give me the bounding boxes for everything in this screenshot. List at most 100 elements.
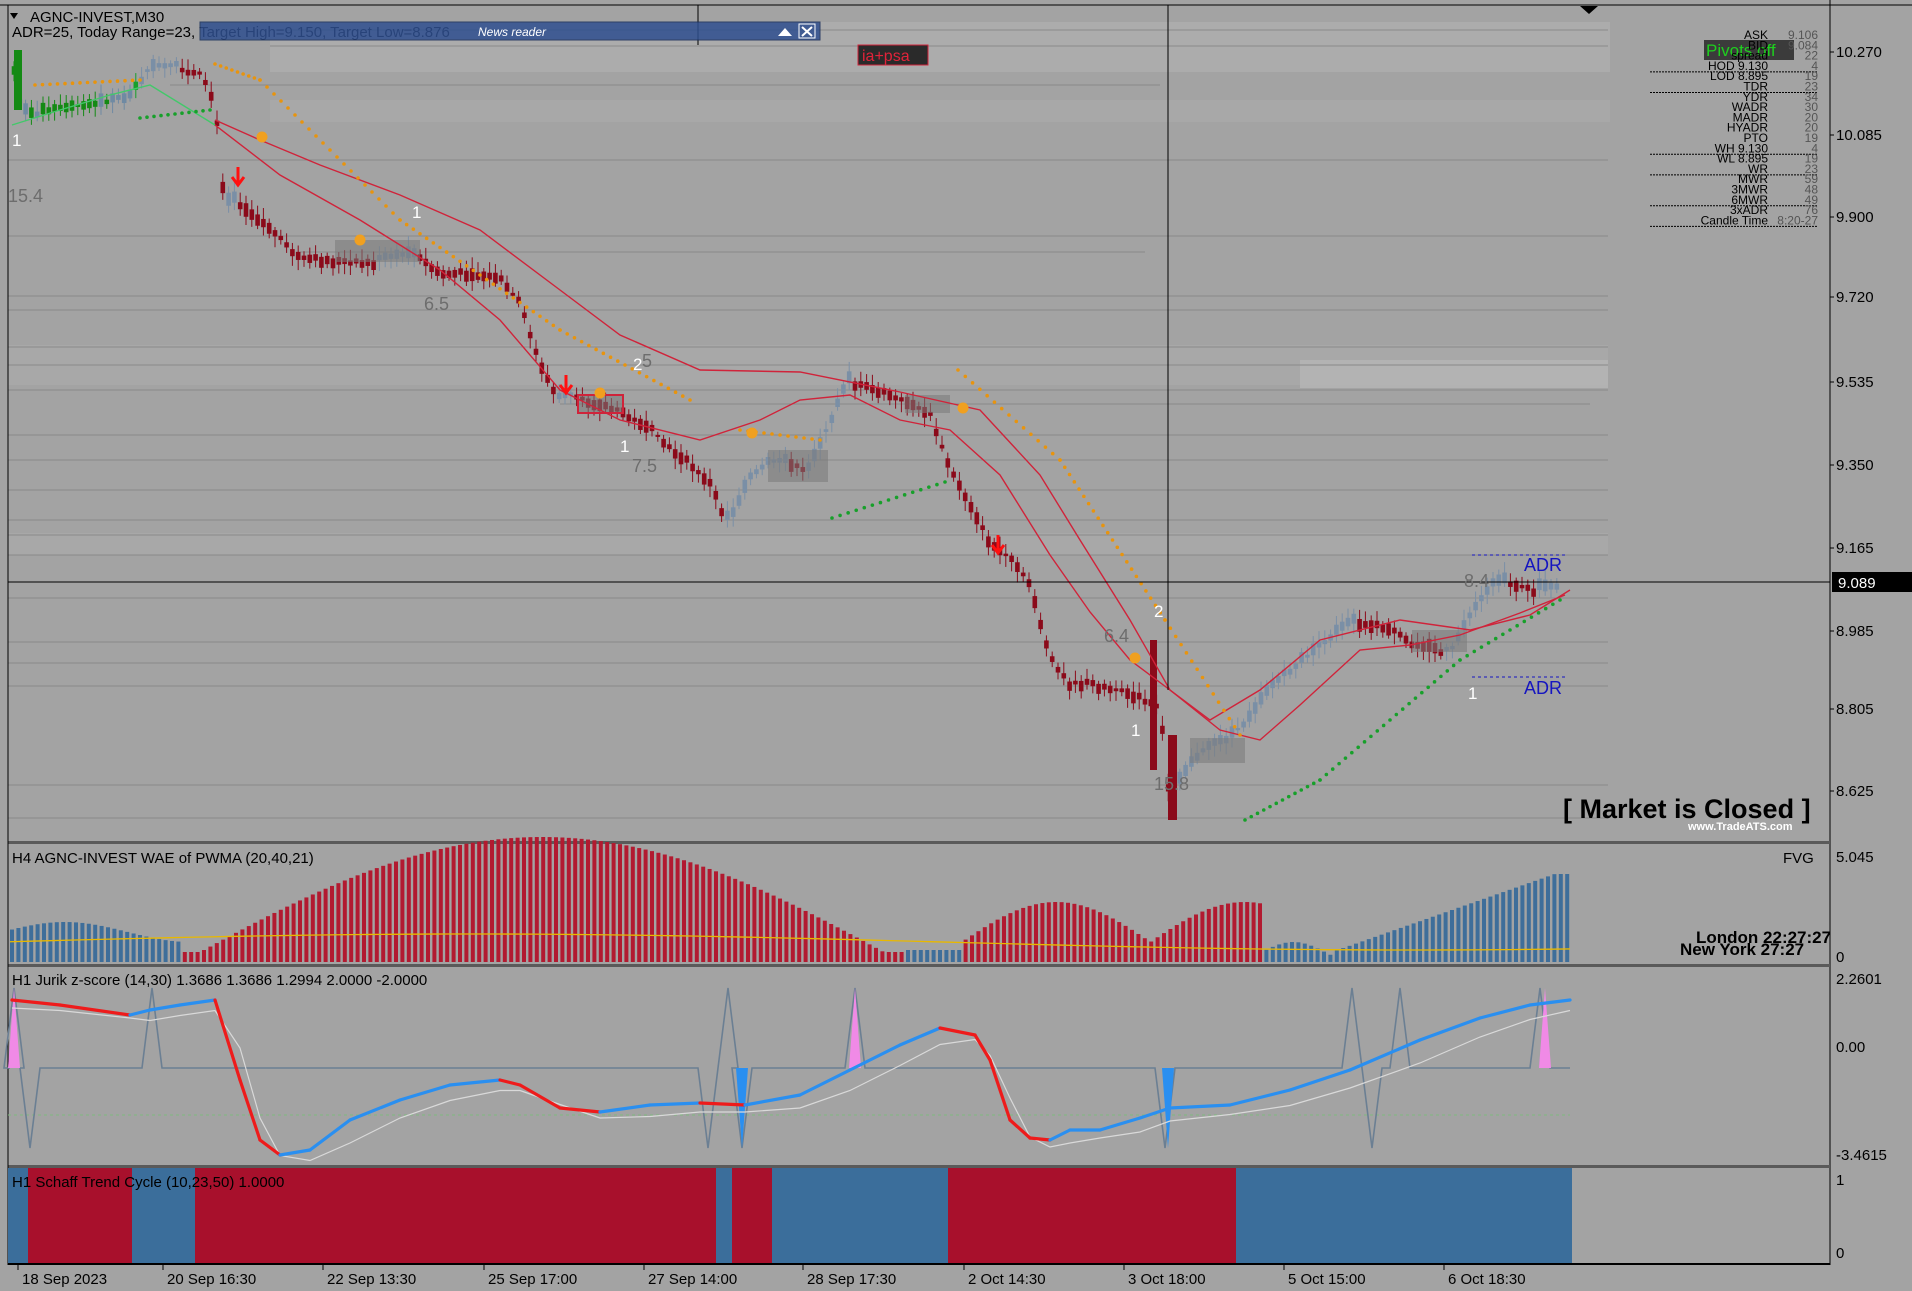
candle-body [1397, 631, 1403, 638]
trail-dot [293, 113, 297, 117]
trail-dot [1337, 761, 1341, 766]
trail-dot [1163, 618, 1167, 622]
candle-body [493, 272, 498, 284]
candle-body [527, 331, 533, 339]
order-block [768, 450, 828, 482]
candle-body [1293, 663, 1299, 669]
wae-bar [912, 950, 917, 962]
trail-dot [846, 511, 850, 515]
wae-bar [1322, 951, 1326, 962]
schaff-block [732, 1168, 772, 1263]
trail-dot [1243, 818, 1247, 822]
trail-dot [956, 368, 960, 372]
wae-bar [803, 910, 808, 962]
trail-dot [363, 183, 367, 187]
candle-body [1044, 640, 1049, 649]
candle-body [14, 50, 22, 110]
trail-dot [1227, 716, 1232, 721]
wae-bar [54, 922, 59, 962]
wae-bar [1155, 937, 1160, 962]
candle-body [841, 384, 846, 394]
trail-dot [78, 81, 82, 85]
wae-bar [93, 924, 98, 962]
trail-dot [1007, 413, 1011, 417]
wae-bar [29, 925, 34, 962]
wae-bar [579, 838, 584, 962]
price-tick-label: 8.805 [1836, 701, 1874, 718]
candle-body [319, 256, 324, 268]
wae-bar [842, 930, 846, 962]
trail-dot [1311, 781, 1316, 786]
trail-dot [1274, 801, 1279, 806]
schaff-panel[interactable]: H1 Schaff Trend Cycle (10,23,50) 1.0000 … [8, 1168, 1844, 1263]
ia-psa-badge[interactable]: ia+psa [857, 44, 929, 66]
trail-dot [444, 250, 449, 254]
candle-body [301, 255, 307, 260]
wae-axis-bottom: 0 [1836, 949, 1844, 966]
wae-bar [643, 849, 648, 962]
wae-bar [86, 923, 91, 962]
wae-bar [176, 941, 181, 962]
wae-bar [1091, 909, 1096, 962]
watermark: www.TradeATS.com [1687, 821, 1793, 833]
trail-dot [1479, 645, 1484, 649]
trail-dot [504, 291, 509, 296]
wae-bar [906, 950, 910, 962]
candle-body [1554, 583, 1560, 590]
trail-dot [40, 82, 45, 87]
candle-body [261, 218, 266, 228]
candle-body [1542, 579, 1548, 592]
candle-body [667, 444, 672, 450]
candle-body [980, 525, 985, 530]
candle-body [168, 63, 173, 68]
wae-bar [336, 883, 341, 962]
trail-dot [511, 296, 516, 300]
trail-dot [1508, 628, 1512, 632]
trail-dot [1129, 567, 1134, 571]
trail-dot [1472, 649, 1477, 654]
candle-body [968, 502, 974, 513]
candle-body [208, 91, 214, 101]
trail-dot [384, 204, 388, 208]
wae-bar [1379, 934, 1384, 962]
candle-body [40, 102, 46, 115]
candle-body [1525, 584, 1531, 591]
trail-dot [1184, 651, 1189, 655]
trail-dot [307, 127, 311, 131]
trail-dot [594, 347, 598, 352]
trail-dot [970, 381, 975, 385]
trail-dot [830, 516, 834, 520]
wae-bar [1021, 907, 1026, 962]
wae-bar [1283, 942, 1288, 962]
wae-bar [112, 928, 117, 962]
wae-bar [400, 859, 405, 962]
trail-dot [498, 286, 502, 291]
trail-dot [1299, 788, 1304, 792]
candle-body [974, 512, 980, 525]
wae-bar [1334, 950, 1339, 962]
trail-dot [138, 116, 142, 120]
wae-bar [323, 888, 328, 962]
candle-body [1073, 680, 1078, 685]
candle-body [1038, 619, 1043, 630]
wae-bar [1213, 906, 1218, 962]
trail-dot [1050, 451, 1055, 456]
candle-body [748, 472, 753, 480]
trail-dot [1268, 804, 1272, 809]
wae-bar [1437, 914, 1442, 962]
trail-dot [1086, 501, 1091, 506]
candle-body [52, 104, 57, 112]
wae-bar [861, 940, 866, 962]
trail-dot [1420, 690, 1424, 695]
candle-body [1241, 721, 1246, 728]
candle-body [626, 414, 632, 422]
trail-dot [1486, 641, 1491, 645]
news-reader-bar[interactable]: News reader [199, 21, 821, 41]
candle-body [226, 192, 231, 206]
wae-bar [16, 928, 21, 962]
candle-body [1032, 596, 1038, 609]
wae-bar [42, 923, 46, 962]
trading-chart-window[interactable]: AGNC-INVEST,M30 ADR=25, Today Range=23, … [0, 0, 1912, 1291]
trail-dot [738, 428, 742, 432]
trail-dot [391, 211, 395, 215]
